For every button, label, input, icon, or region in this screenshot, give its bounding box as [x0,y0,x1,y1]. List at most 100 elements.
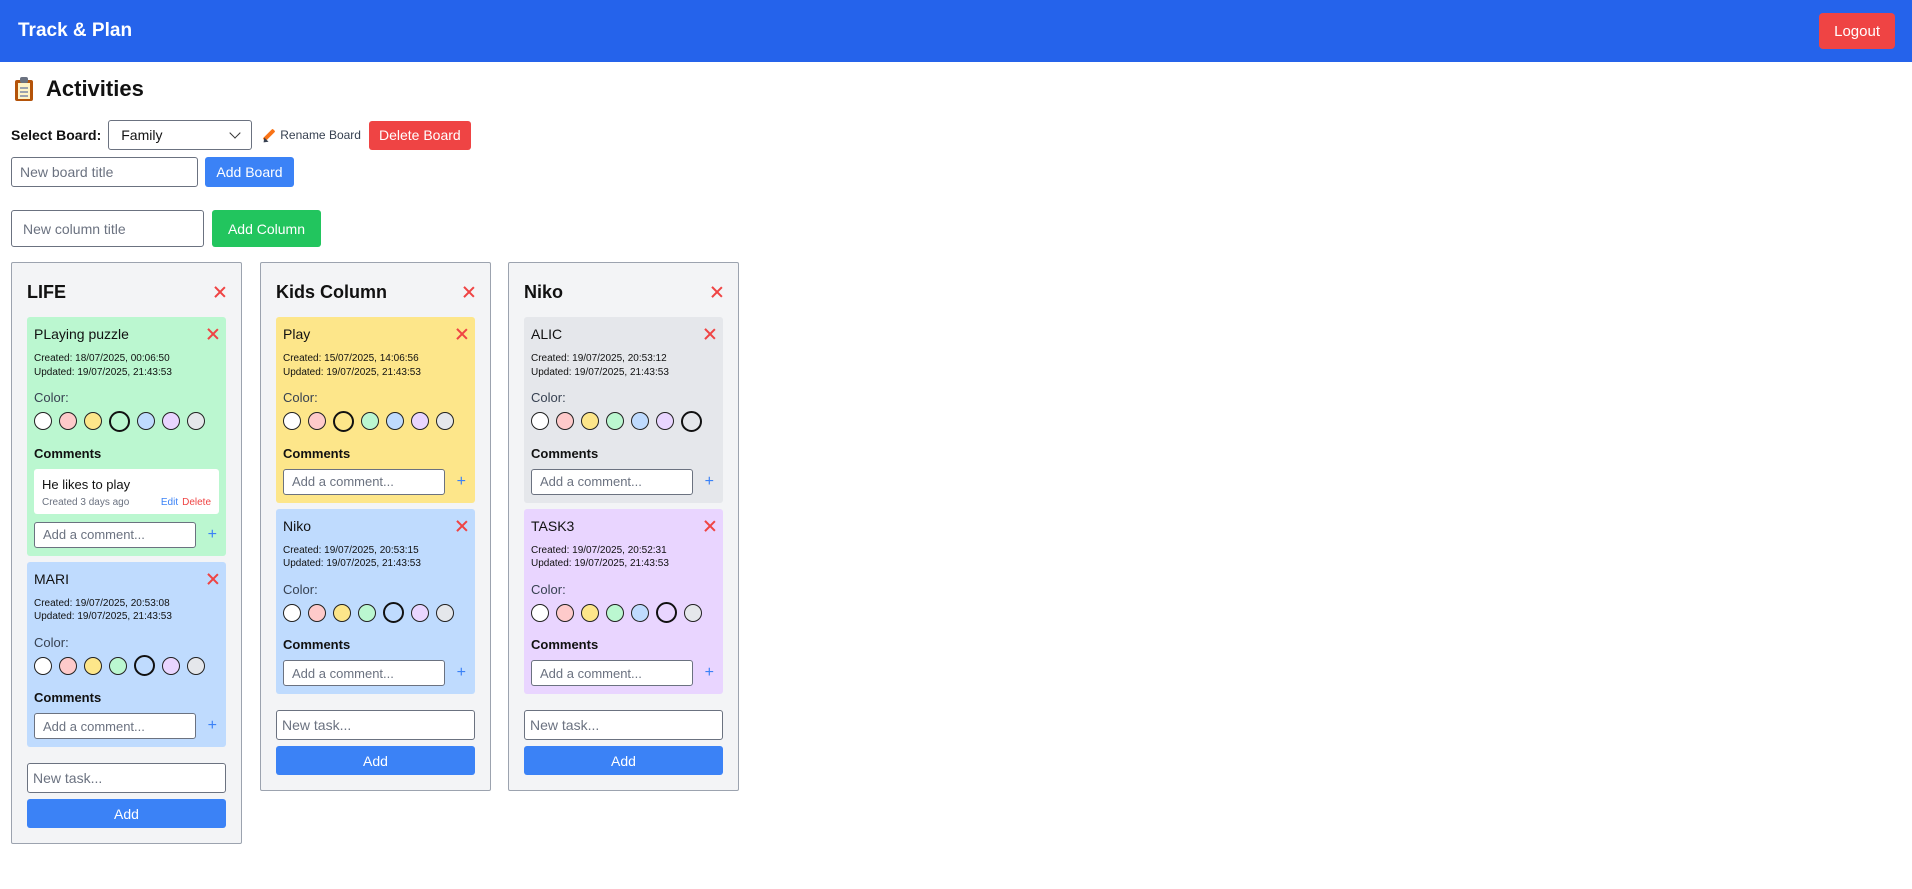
color-swatch-yellow[interactable] [581,603,599,622]
task-card: Play Created: 15/07/2025, 14:06:56 Updated… [276,317,475,503]
task-updated: Updated: 19/07/2025, 21:43:53 [531,366,669,378]
task-title[interactable]: MARI [34,571,69,587]
color-swatch-purple[interactable] [162,412,180,430]
color-swatch-red[interactable] [59,412,77,430]
add-task-button[interactable]: Add [524,746,723,775]
add-comment-plus-icon[interactable]: + [705,473,714,491]
color-swatch-green[interactable] [358,603,376,622]
task-title[interactable]: Play [283,326,310,342]
delete-task-icon[interactable] [704,520,716,532]
comments-label: Comments [34,690,102,705]
color-swatch-purple[interactable] [411,603,429,622]
new-task-input[interactable] [27,763,226,793]
color-swatch-yellow[interactable] [333,603,351,622]
color-swatch-green[interactable] [606,412,624,430]
chevron-down-icon [229,127,241,139]
color-swatch-white[interactable] [531,603,549,622]
color-swatch-gray[interactable] [436,603,454,622]
color-swatch-gray[interactable] [187,412,205,430]
color-swatch-gray[interactable] [681,410,702,432]
comments-label: Comments [283,445,351,461]
color-swatch-white[interactable] [283,603,301,622]
new-task-input[interactable] [524,710,723,740]
add-comment-plus-icon[interactable]: + [208,717,217,735]
color-swatch-white[interactable] [531,412,549,430]
delete-column-icon[interactable] [711,286,723,298]
delete-board-button[interactable]: Delete Board [368,120,471,150]
delete-task-icon[interactable] [456,520,468,532]
add-comment-input[interactable] [531,660,693,686]
add-comment-input[interactable] [283,468,445,495]
color-swatch-gray[interactable] [187,656,205,675]
color-swatch-blue[interactable] [386,412,404,430]
task-title[interactable]: Niko [283,518,311,534]
color-swatch-red[interactable] [308,603,326,622]
color-swatch-blue[interactable] [134,655,155,676]
logout-button[interactable]: Logout [1819,13,1895,49]
add-comment-plus-icon[interactable]: + [457,473,466,491]
color-swatch-yellow[interactable] [581,412,599,430]
delete-comment-link[interactable]: Delete [182,497,211,508]
board-select[interactable]: Family [108,120,253,150]
color-swatch-purple[interactable] [162,656,180,675]
color-swatch-red[interactable] [556,603,574,622]
color-swatch-blue[interactable] [631,603,649,622]
delete-task-icon[interactable] [207,328,219,340]
add-task-button[interactable]: Add [27,799,226,828]
color-swatch-red[interactable] [556,412,574,430]
add-comment-input[interactable] [531,468,693,495]
color-swatch-yellow[interactable] [333,410,354,432]
add-comment-plus-icon[interactable]: + [705,664,714,682]
color-swatch-red[interactable] [308,412,326,430]
color-swatch-white[interactable] [283,412,301,430]
color-swatch-green[interactable] [606,603,624,622]
color-swatch-yellow[interactable] [84,412,102,430]
color-swatch-purple[interactable] [656,602,677,623]
color-swatch-gray[interactable] [684,603,702,622]
color-label: Color: [34,390,69,405]
color-swatch-white[interactable] [34,412,52,430]
color-swatch-blue[interactable] [137,412,155,430]
color-swatch-gray[interactable] [436,412,454,430]
new-board-title-input[interactable] [11,157,198,187]
delete-column-icon[interactable] [214,286,226,298]
delete-task-icon[interactable] [704,328,716,340]
add-comment-input[interactable] [283,660,445,686]
task-created: Created: 19/07/2025, 20:53:15 [283,544,419,556]
color-swatches [34,410,219,432]
add-comment-input[interactable] [34,521,196,548]
color-swatch-white[interactable] [34,656,52,675]
new-task-input[interactable] [276,710,475,740]
task-title[interactable]: PLaying puzzle [34,326,129,342]
color-swatch-yellow[interactable] [84,656,102,675]
delete-task-icon[interactable] [456,328,468,340]
color-swatches [531,410,716,432]
task-updated: Updated: 19/07/2025, 21:43:53 [283,558,421,569]
add-column-button[interactable]: Add Column [212,210,321,247]
task-card-header: Play [283,326,468,342]
color-swatch-purple[interactable] [411,412,429,430]
add-comment-input[interactable] [34,713,196,739]
color-swatch-green[interactable] [109,656,127,675]
add-comment-plus-icon[interactable]: + [457,664,466,682]
color-swatch-green[interactable] [109,410,130,432]
color-swatch-blue[interactable] [383,602,404,623]
edit-comment-link[interactable]: Edit [161,497,178,508]
add-comment-plus-icon[interactable]: + [208,526,217,544]
board-select-value: Family [121,127,163,143]
add-task-button[interactable]: Add [276,746,475,775]
task-title[interactable]: ALIC [531,326,562,342]
add-board-button[interactable]: Add Board [205,157,294,187]
delete-column-icon[interactable] [463,286,475,298]
color-swatch-red[interactable] [59,656,77,675]
new-column-title-input[interactable] [11,210,204,247]
task-created: Created: 18/07/2025, 00:06:50 [34,353,170,364]
task-title[interactable]: TASK3 [531,518,574,534]
delete-task-icon[interactable] [207,573,219,585]
color-swatch-green[interactable] [361,412,379,430]
color-swatch-blue[interactable] [631,412,649,430]
task-meta: Created: 19/07/2025, 20:53:12 Updated: 19… [531,352,716,379]
task-updated: Updated: 19/07/2025, 21:43:53 [34,611,172,622]
color-swatch-purple[interactable] [656,412,674,430]
rename-board-button[interactable]: Rename Board [261,128,361,145]
